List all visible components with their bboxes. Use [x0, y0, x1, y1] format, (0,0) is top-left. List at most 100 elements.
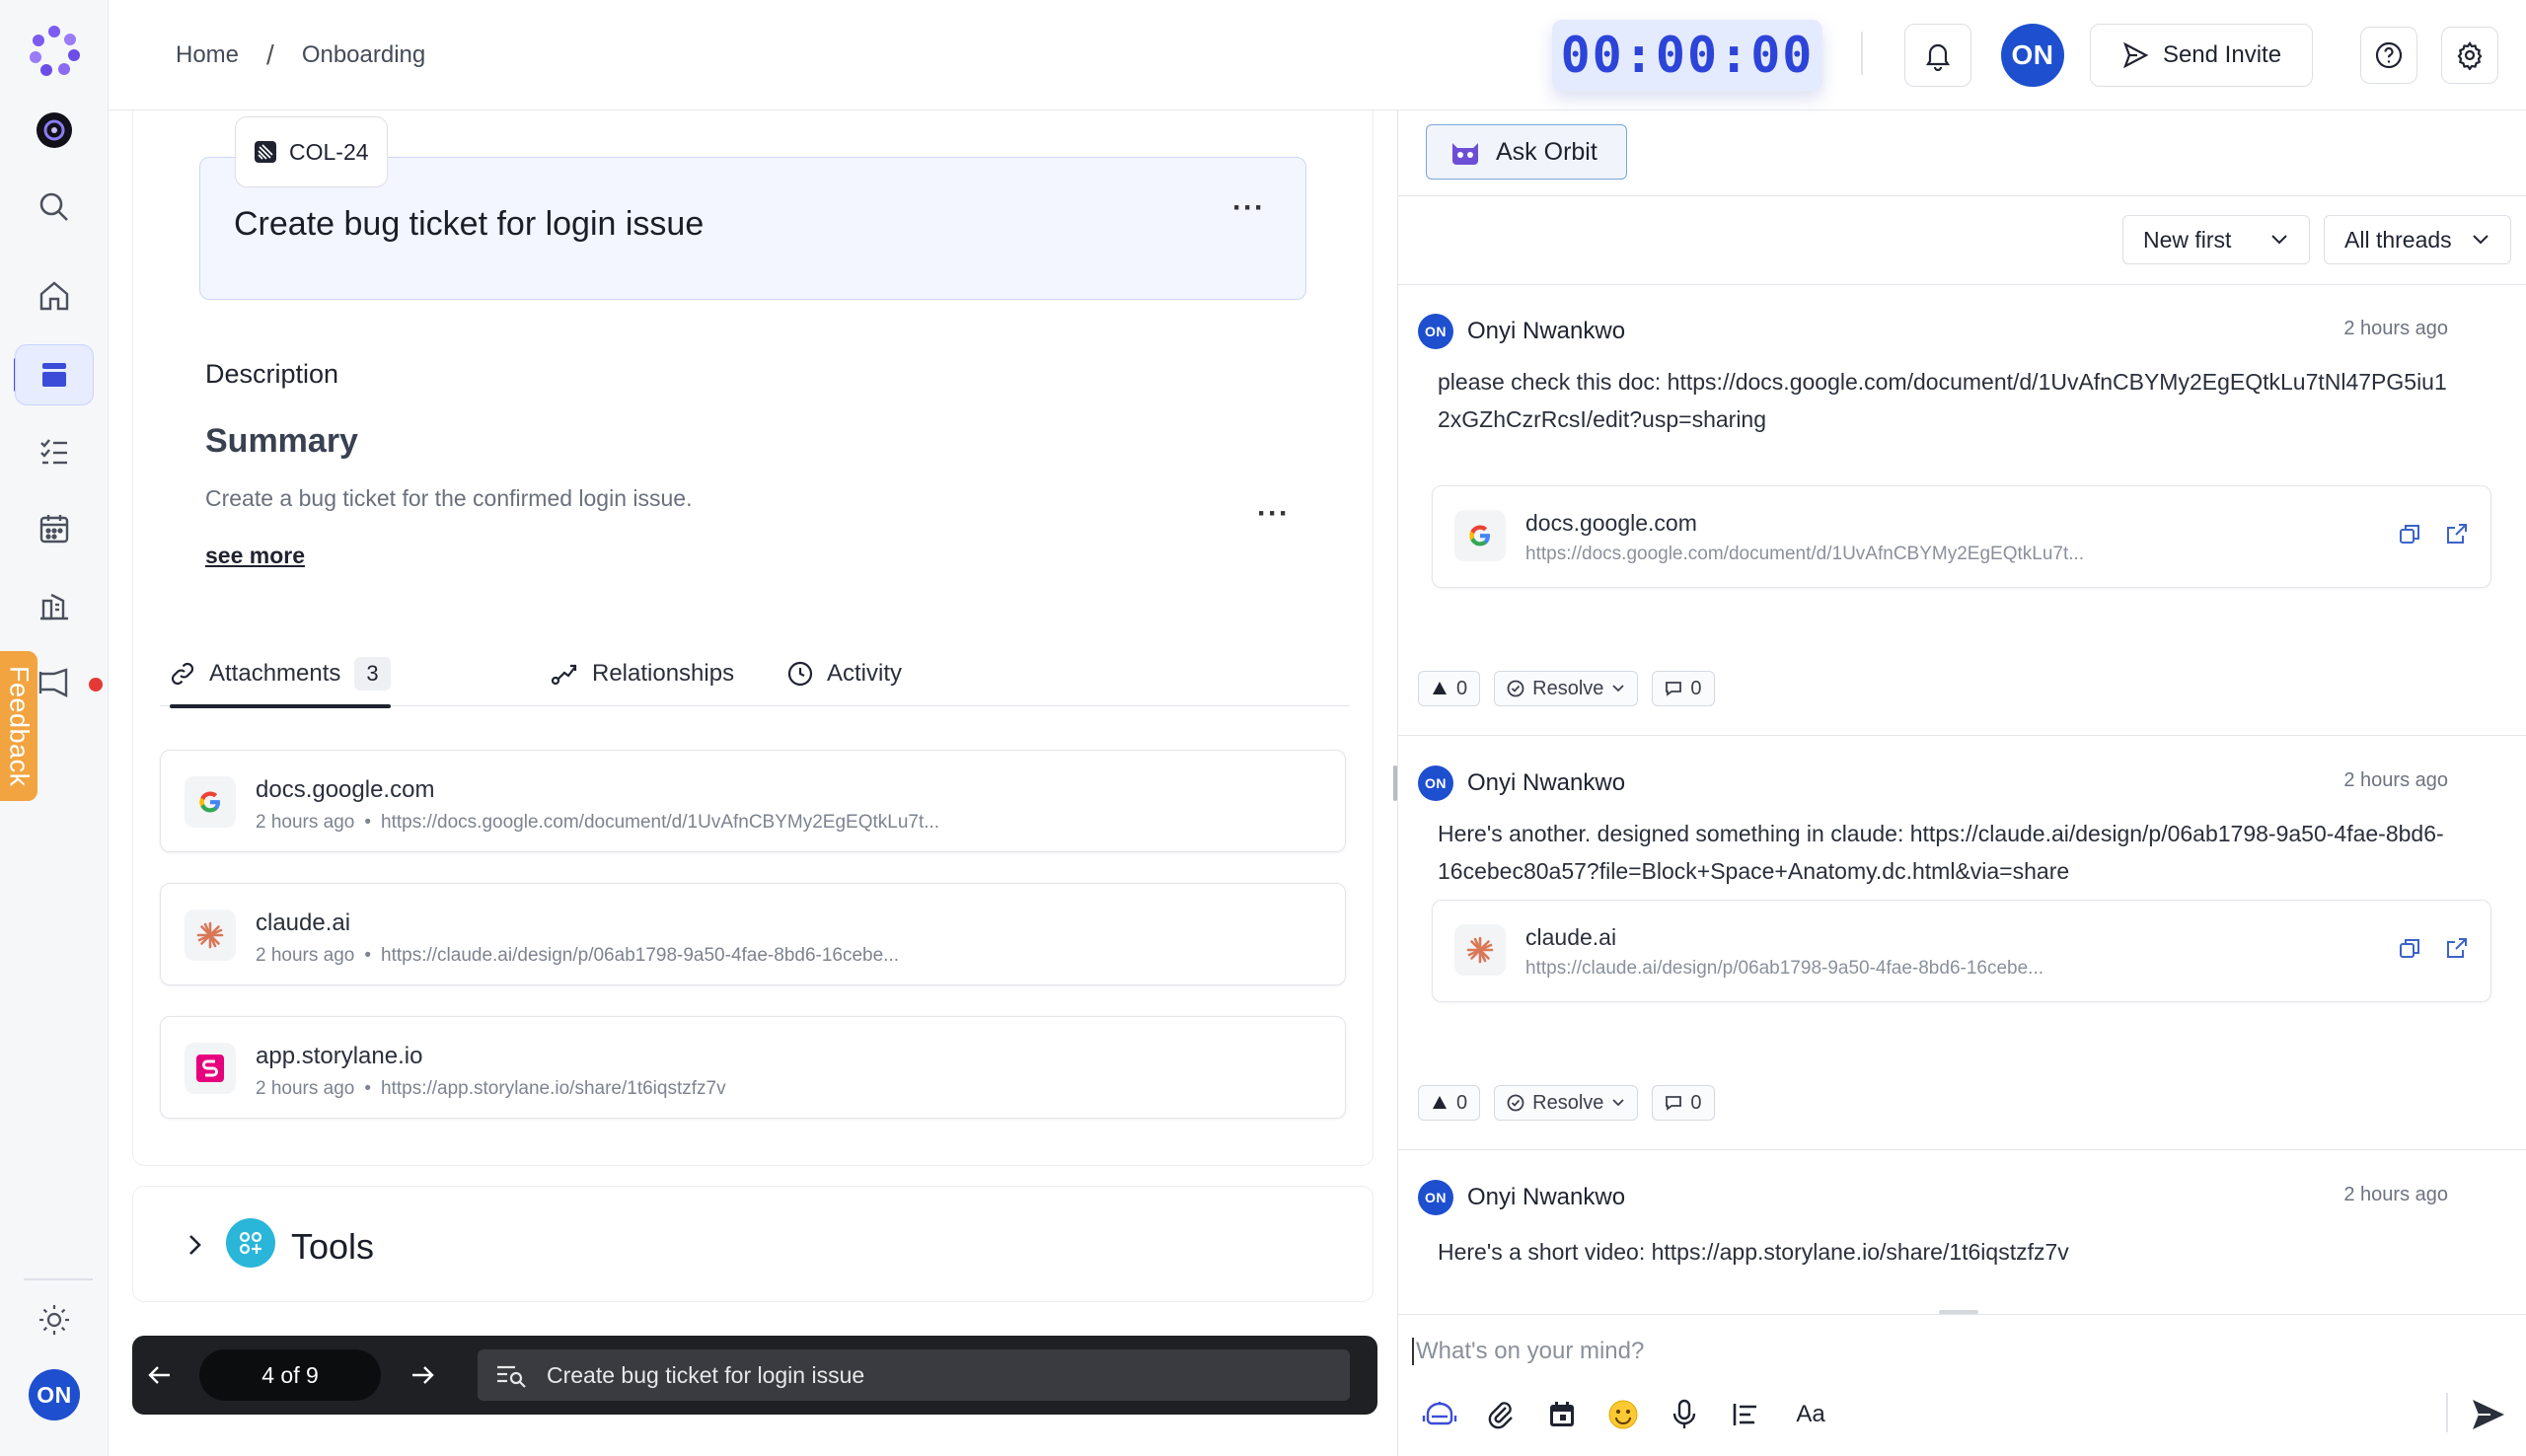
tab-activity[interactable]: Activity	[787, 641, 902, 706]
calendar-icon[interactable]	[0, 499, 109, 558]
ticket-search-value: Create bug ticket for login issue	[547, 1361, 865, 1388]
message-time: 2 hours ago	[2343, 1184, 2448, 1205]
search-icon[interactable]	[0, 178, 109, 237]
upvote-button[interactable]: 0	[1418, 671, 1481, 706]
home-icon[interactable]	[0, 266, 109, 326]
thread-filter-select[interactable]: All threads	[2324, 215, 2511, 264]
send-icon	[2473, 1400, 2504, 1429]
comments-button[interactable]: 0	[1652, 671, 1715, 706]
message-time: 2 hours ago	[2343, 318, 2448, 339]
see-more-link[interactable]: see more	[205, 543, 305, 569]
microphone-icon[interactable]	[1667, 1397, 1702, 1432]
link-preview-card[interactable]: claude.ai https://claude.ai/design/p/06a…	[1432, 900, 2491, 1002]
link-url: https://docs.google.com/document/d/1UvAf…	[1525, 544, 2085, 564]
summary-text: Create a bug ticket for the confirmed lo…	[205, 485, 693, 511]
help-icon	[2375, 41, 2403, 69]
upvote-icon	[1433, 682, 1447, 694]
arrow-right-icon	[412, 1366, 434, 1384]
copy-icon[interactable]	[2398, 522, 2421, 546]
author-name[interactable]: Onyi Nwankwo	[1467, 769, 1625, 797]
breadcrumb-home[interactable]: Home	[176, 41, 239, 69]
message-reactions: 0 Resolve 0	[1418, 671, 1715, 706]
open-external-icon[interactable]	[2445, 522, 2469, 546]
ask-orbit-button[interactable]: Ask Orbit	[1426, 124, 1627, 180]
chevron-right-icon	[189, 1235, 201, 1255]
help-button[interactable]	[2360, 27, 2417, 84]
link-title: docs.google.com	[1525, 510, 1697, 536]
description-label: Description	[205, 359, 339, 389]
author-avatar[interactable]: ON	[1418, 314, 1453, 349]
ticket-more-menu[interactable]: ···	[1232, 191, 1265, 225]
analytics-icon[interactable]	[0, 576, 109, 635]
calendar-icon[interactable]	[1544, 1397, 1580, 1432]
description-more-menu[interactable]: ···	[1257, 497, 1290, 531]
ticket-id-badge[interactable]: COL-24	[235, 116, 388, 187]
bell-icon	[1925, 43, 1951, 71]
attachment-item[interactable]: docs.google.com 2 hours ago • https://docs…	[160, 750, 1346, 852]
chevron-down-icon	[2473, 235, 2489, 245]
rail-divider	[24, 1278, 93, 1280]
notifications-button[interactable]	[1904, 24, 1971, 87]
claude-icon	[1454, 924, 1506, 976]
comments-button[interactable]: 0	[1652, 1085, 1715, 1121]
orbit-bot-icon	[1452, 143, 1478, 165]
session-timer[interactable]: 00:00:00	[1552, 20, 1822, 91]
tab-relationships[interactable]: Relationships	[551, 641, 734, 706]
send-message-button[interactable]	[2469, 1395, 2508, 1434]
message-time: 2 hours ago	[2343, 769, 2448, 791]
upvote-button[interactable]: 0	[1418, 1085, 1481, 1121]
format-align-icon[interactable]	[1728, 1397, 1763, 1432]
workspace-icon[interactable]	[0, 101, 109, 160]
link-preview-card[interactable]: docs.google.com https://docs.google.com/…	[1432, 485, 2491, 588]
attachment-title: claude.ai	[256, 910, 351, 936]
attachment-meta: 2 hours ago • https://app.storylane.io/sha…	[256, 1078, 726, 1099]
send-invite-button[interactable]: Send Invite	[2090, 24, 2313, 87]
message-input[interactable]: What's on your mind?	[1412, 1338, 1644, 1365]
copy-icon[interactable]	[2398, 936, 2421, 960]
ai-assistant-icon[interactable]	[1422, 1397, 1457, 1432]
attachment-item[interactable]: claude.ai 2 hours ago • https://claude.ai/…	[160, 883, 1346, 985]
emoji-icon[interactable]	[1605, 1397, 1641, 1432]
theme-icon[interactable]	[0, 1290, 109, 1349]
author-name[interactable]: Onyi Nwankwo	[1467, 1184, 1625, 1211]
composer-separator	[2446, 1393, 2448, 1432]
check-circle-icon	[1507, 1094, 1524, 1112]
sort-select[interactable]: New first	[2122, 215, 2310, 264]
feedback-tab[interactable]: Feedback	[0, 651, 37, 801]
text-format-icon[interactable]: Aa	[1789, 1397, 1832, 1432]
tab-attachments[interactable]: Attachments 3	[170, 641, 391, 708]
open-external-icon[interactable]	[2445, 936, 2469, 960]
tab-relationships-label: Relationships	[592, 660, 735, 687]
board-icon[interactable]	[0, 344, 109, 405]
attachment-item[interactable]: app.storylane.io 2 hours ago • https://app…	[160, 1016, 1346, 1119]
orbit-logo-icon[interactable]	[0, 22, 109, 81]
settings-button[interactable]	[2441, 27, 2498, 84]
ticket-id-label: COL-24	[289, 138, 369, 165]
message-divider	[1398, 1149, 2526, 1150]
tab-attachments-label: Attachments	[209, 660, 341, 687]
attachment-meta: 2 hours ago • https://claude.ai/design/p/0…	[256, 945, 900, 966]
send-icon	[2122, 41, 2149, 69]
user-avatar-rail[interactable]: ON	[0, 1365, 109, 1424]
header-avatar[interactable]: ON	[2001, 24, 2064, 87]
breadcrumb-onboarding[interactable]: Onboarding	[302, 41, 425, 69]
sort-select-value: New first	[2143, 226, 2232, 253]
resolve-button[interactable]: Resolve	[1494, 671, 1639, 706]
ask-orbit-label: Ask Orbit	[1496, 137, 1597, 166]
attach-icon[interactable]	[1483, 1397, 1519, 1432]
resolve-button[interactable]: Resolve	[1494, 1085, 1639, 1121]
author-name[interactable]: Onyi Nwankwo	[1467, 318, 1625, 345]
tools-section[interactable]: Tools	[132, 1186, 1374, 1302]
list-search-icon	[497, 1365, 526, 1388]
author-avatar[interactable]: ON	[1418, 765, 1453, 801]
author-avatar[interactable]: ON	[1418, 1180, 1453, 1215]
linear-icon	[255, 141, 276, 163]
message-body: please check this doc: https://docs.goog…	[1438, 369, 2447, 432]
ticket-title[interactable]: Create bug ticket for login issue	[234, 205, 704, 244]
arrow-left-icon	[148, 1366, 170, 1384]
ticket-search-field[interactable]: Create bug ticket for login issue	[478, 1349, 1350, 1401]
summary-heading: Summary	[205, 422, 358, 460]
thread-message: ON Onyi Nwankwo 2 hours ago please check…	[1398, 314, 2526, 588]
tasks-icon[interactable]	[0, 422, 109, 481]
claude-icon	[185, 910, 236, 961]
